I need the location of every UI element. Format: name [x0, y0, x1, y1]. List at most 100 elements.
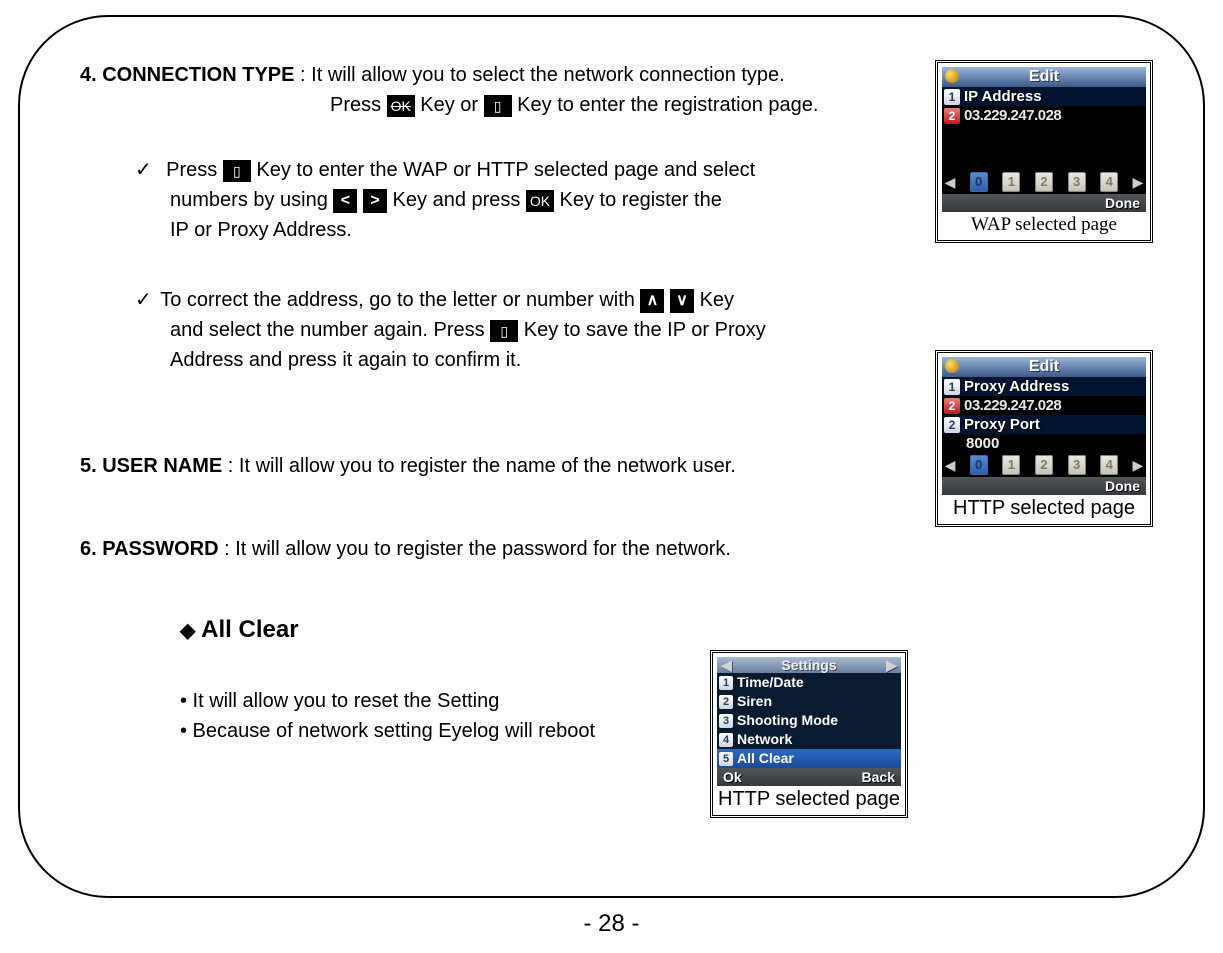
section4-heading: 4. CONNECTION TYPE: [80, 64, 294, 86]
row-num: 1: [944, 379, 960, 395]
digit: 3: [1068, 172, 1086, 192]
digit: 2: [1035, 172, 1053, 192]
settings-label: Network: [737, 730, 792, 749]
row-proxy-value: 2 03.229.247.028: [942, 396, 1146, 415]
right-tri-icon: ▶: [886, 657, 897, 674]
phone-key-icon: ▯: [490, 320, 518, 342]
page-number: - 28 -: [0, 910, 1223, 938]
n: 3: [719, 714, 733, 728]
spacer: [942, 125, 1146, 170]
t: numbers by using: [170, 189, 333, 211]
row-label: Proxy Address: [964, 378, 1069, 395]
t: Key to save the IP or Proxy: [524, 319, 766, 341]
settings-item: 1 Time/Date: [717, 673, 901, 692]
row-label: Proxy Port: [964, 416, 1040, 433]
n: 1: [719, 676, 733, 690]
softkeys: Done: [942, 477, 1146, 495]
softkey-right: Done: [1105, 478, 1140, 494]
right-tri-icon: ▶: [1132, 457, 1144, 474]
row-ip-address: 1 IP Address: [942, 87, 1146, 106]
section4-text1: : It will allow you to select the networ…: [294, 64, 784, 86]
phone-key-icon: ▯: [484, 95, 512, 117]
settings-screen: ◀ Settings ▶ 1 Time/Date 2Siren 3 Shooting…: [717, 657, 901, 786]
settings-title: ◀ Settings ▶: [717, 657, 901, 673]
softkeys: Ok Back: [717, 768, 901, 786]
allclear-title-text: All Clear: [201, 616, 298, 643]
allclear-title: ◆ All Clear: [180, 616, 1163, 644]
right-key-icon: >: [363, 189, 387, 213]
n: 4: [719, 733, 733, 747]
left-key-icon: <: [333, 189, 357, 213]
check-icon: ✓: [135, 155, 155, 185]
panel-caption: HTTP selected page: [717, 786, 901, 811]
settings-label: Shooting Mode: [737, 711, 838, 730]
http-panel: Edit 1 Proxy Address 2 03.229.247.028 2 …: [935, 350, 1153, 527]
allclear-bullet2: • Because of network setting Eyelog will…: [180, 716, 1163, 746]
title-text: Edit: [1029, 358, 1059, 375]
http-screen: Edit 1 Proxy Address 2 03.229.247.028 2 …: [942, 357, 1146, 495]
left-tri-icon: ◀: [944, 174, 956, 191]
row-port-value: 8000: [942, 434, 1146, 453]
t: and select the number again. Press: [170, 319, 490, 341]
digit: 4: [1100, 172, 1118, 192]
ok-key-icon: OK: [526, 190, 554, 212]
t: Key: [700, 289, 734, 311]
section6-heading: 6. PASSWORD: [80, 538, 219, 560]
allclear-section: ◆ All Clear • It will allow you to reset…: [180, 616, 1163, 746]
wap-screen: Edit 1 IP Address 2 03.229.247.028 ◀ 0 1…: [942, 67, 1146, 212]
bullet2-line2: and select the number again. Press ▯ Key…: [170, 315, 1163, 345]
digit: 0: [970, 455, 988, 475]
row-num: 2: [944, 417, 960, 433]
globe-icon: [945, 359, 959, 373]
up-key-icon: ∧: [640, 289, 664, 313]
digit: 3: [1068, 455, 1086, 475]
digit: 1: [1002, 455, 1020, 475]
panel-caption: HTTP selected page: [942, 495, 1146, 520]
settings-item: 2Siren: [717, 692, 901, 711]
section5-heading: 5. USER NAME: [80, 455, 222, 477]
section5-text: : It will allow you to register the name…: [222, 455, 736, 477]
check-icon: ✓: [135, 285, 155, 315]
n: 5: [719, 752, 733, 766]
globe-icon: [945, 69, 959, 83]
title-text: Settings: [781, 657, 836, 673]
settings-item-selected: 5 All Clear: [717, 749, 901, 768]
allclear-bullets: • It will allow you to reset the Setting…: [180, 686, 1163, 746]
panel-caption: WAP selected page: [942, 212, 1146, 236]
number-bar: ◀ 0 1 2 3 4 ▶: [942, 453, 1146, 477]
t: To correct the address, go to the letter…: [160, 289, 640, 311]
left-tri-icon: ◀: [721, 657, 732, 674]
digit: 1: [1002, 172, 1020, 192]
t: Key to enter the registration page.: [517, 94, 818, 116]
title-text: Edit: [1029, 68, 1059, 85]
proxy-value: 03.229.247.028: [964, 397, 1061, 414]
settings-label: Time/Date: [737, 673, 804, 692]
ip-value: 03.229.247.028: [964, 107, 1061, 124]
section6-text: : It will allow you to register the pass…: [219, 538, 731, 560]
row-proxy-port: 2 Proxy Port: [942, 415, 1146, 434]
settings-item: 4 Network: [717, 730, 901, 749]
t: Key to enter the WAP or HTTP selected pa…: [256, 159, 755, 181]
row-num: 1: [944, 89, 960, 105]
softkeys: Done: [942, 194, 1146, 212]
t: Press: [330, 94, 387, 116]
t: Key or: [420, 94, 483, 116]
down-key-icon: ∨: [670, 289, 694, 313]
softkey-right: Back: [862, 769, 895, 785]
phone-key-icon: ▯: [223, 160, 251, 182]
screen-title: Edit: [942, 357, 1146, 377]
digit: 4: [1100, 455, 1118, 475]
settings-label: Siren: [737, 692, 772, 711]
diamond-icon: ◆: [180, 620, 195, 642]
row-num: 2: [944, 398, 960, 414]
t: Key and press: [393, 189, 526, 211]
screen-title: Edit: [942, 67, 1146, 87]
number-bar: ◀ 0 1 2 3 4 ▶: [942, 170, 1146, 194]
section-password: 6. PASSWORD : It will allow you to regis…: [80, 538, 1163, 561]
allclear-bullet1: • It will allow you to reset the Setting: [180, 686, 1163, 716]
settings-label: All Clear: [737, 749, 794, 768]
wap-panel: Edit 1 IP Address 2 03.229.247.028 ◀ 0 1…: [935, 60, 1153, 243]
row-ip-value: 2 03.229.247.028: [942, 106, 1146, 125]
t: Press: [166, 159, 223, 181]
softkey-left: Ok: [723, 769, 742, 785]
